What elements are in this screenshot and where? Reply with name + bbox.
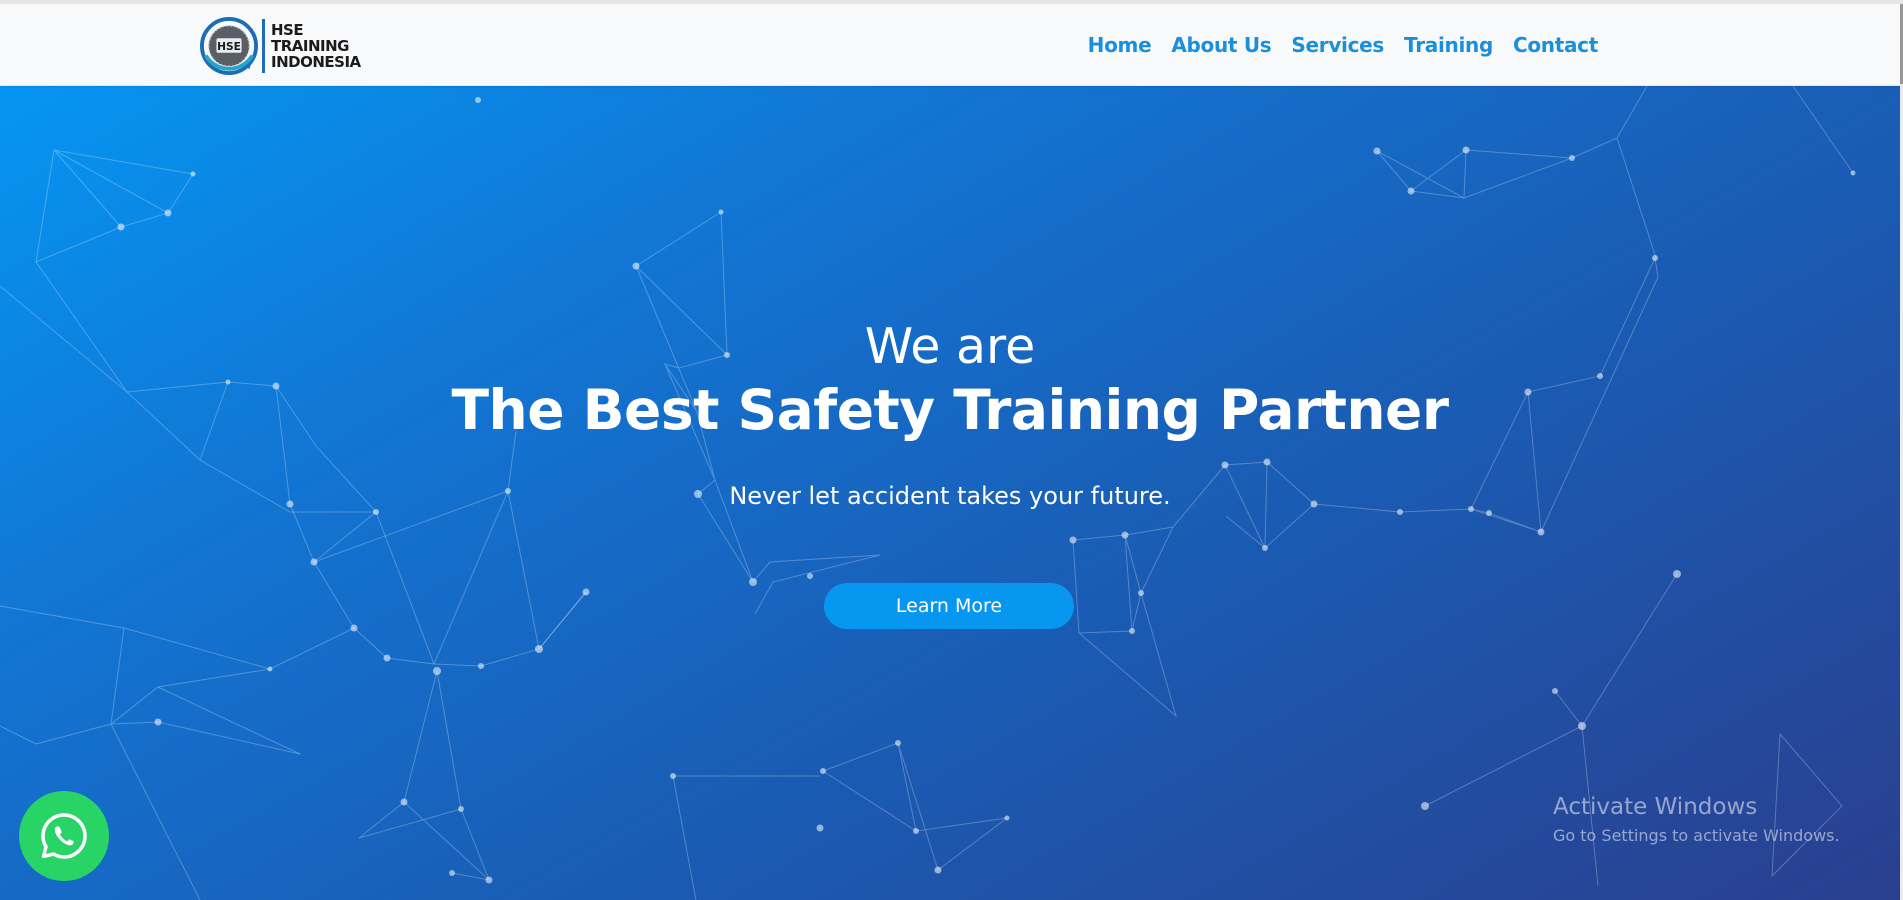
whatsapp-icon: [41, 813, 87, 859]
nav-services[interactable]: Services: [1291, 33, 1384, 57]
windows-activation-watermark: Activate Windows Go to Settings to activ…: [1553, 794, 1840, 845]
hero-tagline: Never let accident takes your future.: [729, 482, 1171, 510]
hero-section: We are The Best Safety Training Partner …: [0, 86, 1900, 900]
whatsapp-button[interactable]: [19, 791, 109, 881]
watermark-title: Activate Windows: [1553, 794, 1758, 820]
nav-contact[interactable]: Contact: [1513, 33, 1598, 57]
hero-intro: We are: [864, 318, 1036, 375]
svg-text:HSE: HSE: [217, 40, 241, 53]
logo-line-2: TRAINING: [271, 37, 349, 55]
logo-divider: [262, 19, 265, 73]
logo-line-1: HSE: [271, 21, 304, 39]
logo-line-3: INDONESIA: [271, 53, 361, 71]
site-logo[interactable]: HSE HSE TRAINING INDONESIA: [200, 16, 361, 76]
learn-more-button[interactable]: Learn More: [824, 583, 1074, 629]
nav-home[interactable]: Home: [1088, 33, 1152, 57]
nav-training[interactable]: Training: [1404, 33, 1493, 57]
logo-wordmark: HSE TRAINING INDONESIA: [271, 22, 361, 70]
hero-headline: The Best Safety Training Partner: [451, 378, 1449, 442]
site-header: HSE HSE TRAINING INDONESIA Home About Us…: [0, 4, 1900, 86]
hse-emblem-icon: HSE: [200, 17, 258, 75]
nav-about-us[interactable]: About Us: [1171, 33, 1271, 57]
main-nav: Home About Us Services Training Contact: [1088, 33, 1599, 57]
watermark-subtitle: Go to Settings to activate Windows.: [1553, 826, 1840, 845]
